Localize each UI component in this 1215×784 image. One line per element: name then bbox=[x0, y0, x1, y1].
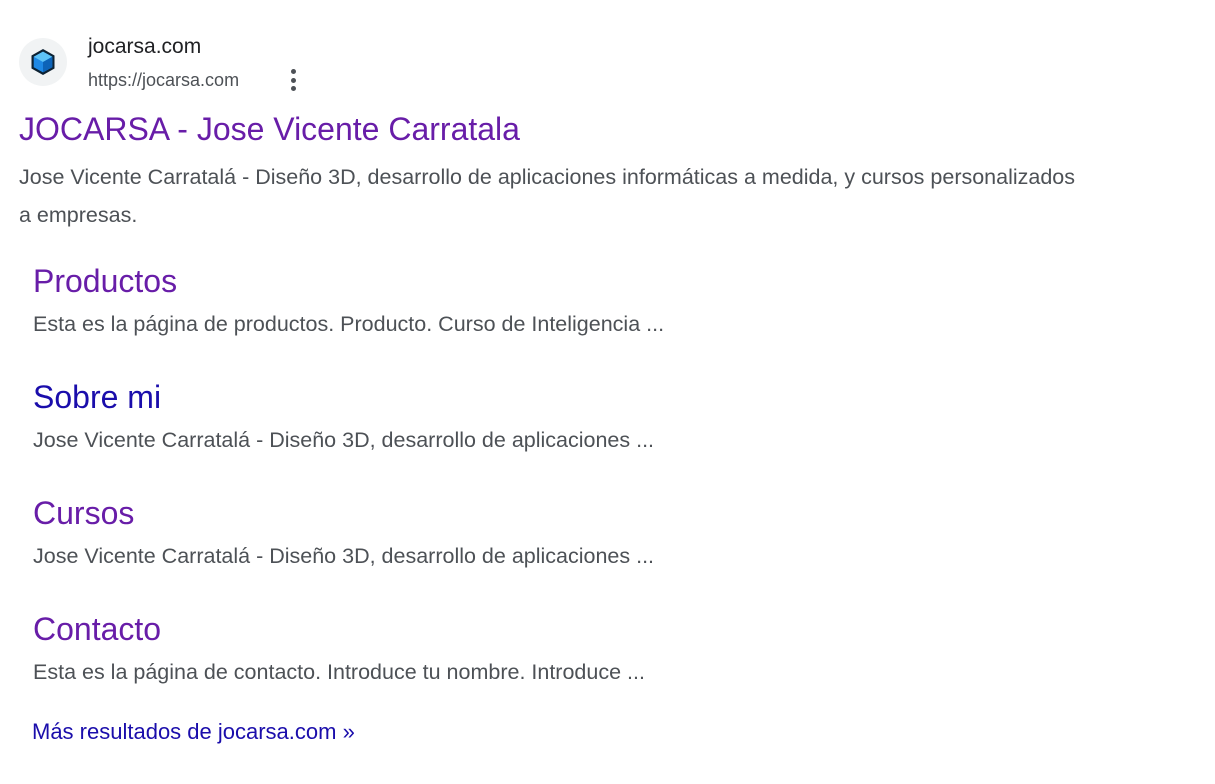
site-url[interactable]: https://jocarsa.com bbox=[88, 68, 239, 92]
blue-cube-icon bbox=[31, 49, 55, 75]
site-name[interactable]: jocarsa.com bbox=[88, 34, 201, 60]
sitelink-title[interactable]: Contacto bbox=[33, 610, 161, 648]
sitelink-cursos: Cursos Jose Vicente Carratalá - Diseño 3… bbox=[33, 494, 933, 610]
sitelink-snippet: Esta es la página de productos. Producto… bbox=[33, 312, 665, 336]
search-result: jocarsa.com https://jocarsa.com JOCARSA … bbox=[19, 30, 1199, 227]
sitelinks: Productos Esta es la página de productos… bbox=[33, 262, 933, 726]
sitelink-productos: Productos Esta es la página de productos… bbox=[33, 262, 933, 378]
sitelink-contacto: Contacto Esta es la página de contacto. … bbox=[33, 610, 933, 726]
sitelink-title[interactable]: Productos bbox=[33, 262, 177, 300]
sitelink-snippet: Esta es la página de contacto. Introduce… bbox=[33, 660, 645, 684]
more-results-link[interactable]: Más resultados de jocarsa.com » bbox=[32, 718, 355, 746]
sitelink-sobre-mi: Sobre mi Jose Vicente Carratalá - Diseño… bbox=[33, 378, 933, 494]
result-source[interactable]: jocarsa.com https://jocarsa.com bbox=[19, 30, 1199, 96]
sitelink-title[interactable]: Cursos bbox=[33, 494, 134, 532]
site-favicon[interactable] bbox=[19, 38, 67, 86]
result-snippet: Jose Vicente Carratalá - Diseño 3D, desa… bbox=[19, 165, 1076, 227]
sitelink-snippet: Jose Vicente Carratalá - Diseño 3D, desa… bbox=[33, 544, 655, 568]
three-dots-vertical-icon[interactable] bbox=[281, 67, 305, 93]
result-title-link[interactable]: JOCARSA - Jose Vicente Carratala bbox=[19, 110, 520, 148]
sitelink-snippet: Jose Vicente Carratalá - Diseño 3D, desa… bbox=[33, 428, 655, 452]
sitelink-title[interactable]: Sobre mi bbox=[33, 378, 161, 416]
